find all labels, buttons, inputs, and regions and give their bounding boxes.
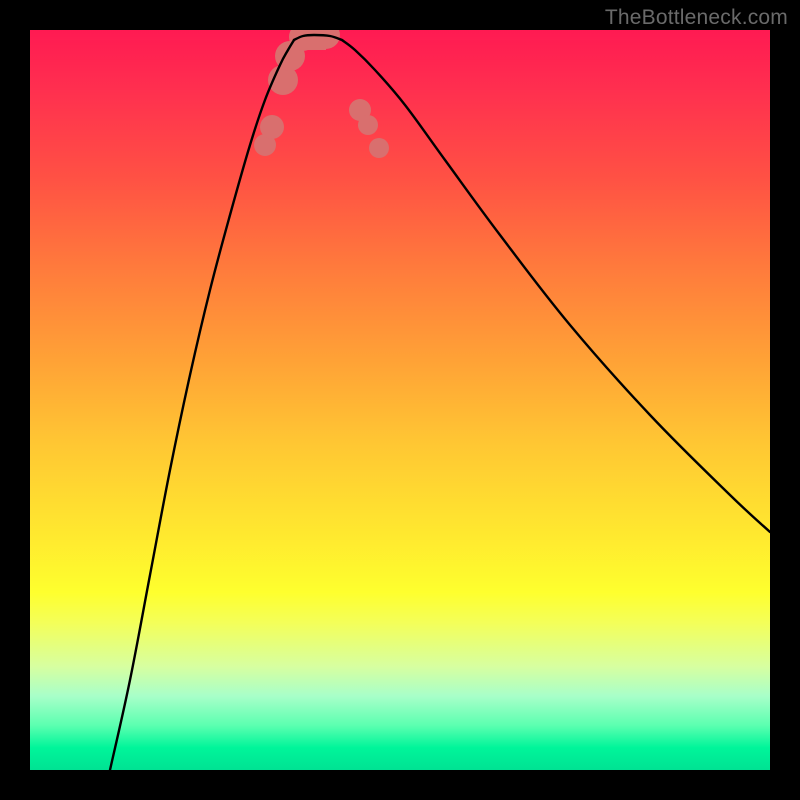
right-dot-2	[358, 115, 378, 135]
chart-svg	[30, 30, 770, 770]
marker-layer	[254, 30, 389, 158]
chart-frame: TheBottleneck.com	[0, 0, 800, 800]
left-dot-2	[260, 115, 284, 139]
right-dot-3	[369, 138, 389, 158]
bottom-connector	[303, 30, 326, 50]
watermark-label: TheBottleneck.com	[605, 6, 788, 30]
series-right-curve	[342, 40, 770, 532]
curve-layer	[110, 35, 770, 770]
plot-area	[30, 30, 770, 770]
